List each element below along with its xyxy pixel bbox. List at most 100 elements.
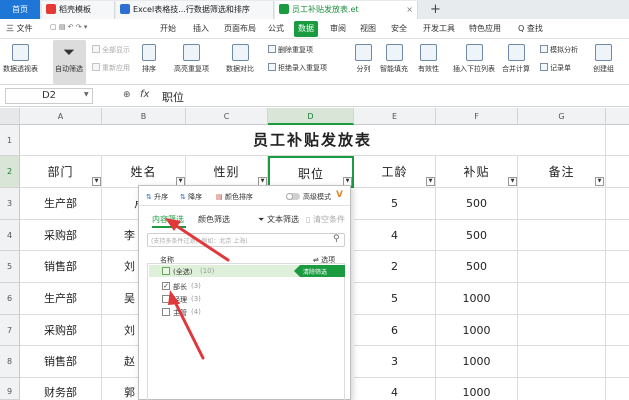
advanced-mode-toggle[interactable] bbox=[286, 193, 300, 200]
search-icon[interactable]: ⚲ bbox=[333, 234, 340, 244]
cell-dept[interactable]: 采购部 bbox=[20, 315, 102, 346]
row-header-7[interactable]: 7 bbox=[0, 315, 20, 346]
quick-access-icons[interactable]: ▢ ▤ ↶ ↷ ▾ bbox=[50, 23, 87, 31]
cell-dept[interactable]: 财务部 bbox=[20, 378, 102, 400]
cell-remark[interactable] bbox=[518, 220, 606, 251]
cell-remark[interactable] bbox=[518, 188, 606, 220]
text-filter-button[interactable]: ⏷ 文本筛选 bbox=[258, 214, 299, 225]
validity-button[interactable]: 有效性 bbox=[418, 44, 439, 74]
menu-review[interactable]: 审阅 bbox=[330, 19, 346, 39]
pivot-table-button[interactable]: 数据透视表 bbox=[3, 44, 38, 74]
col-header-h[interactable] bbox=[606, 108, 629, 125]
cell-remark[interactable] bbox=[518, 346, 606, 378]
cell-subsidy[interactable]: 1000 bbox=[436, 315, 518, 346]
cell-seniority[interactable]: 3 bbox=[354, 346, 436, 378]
sort-descending-button[interactable]: ⇅ 降序 bbox=[180, 192, 202, 202]
autofilter-button[interactable]: ⏷ 自动筛选 bbox=[55, 44, 83, 74]
filter-dropdown-seniority[interactable]: ▼ bbox=[426, 177, 435, 186]
item-checkbox[interactable]: ✓ bbox=[162, 282, 170, 290]
tab-excel-tips[interactable]: Excel表格技...行数据筛选和排序 bbox=[116, 1, 274, 19]
cell-remark[interactable] bbox=[518, 283, 606, 315]
reapply-button[interactable]: 重新应用 bbox=[92, 63, 130, 73]
row-header-1[interactable]: 1 bbox=[0, 125, 20, 156]
header-cell-seniority[interactable]: 工龄 bbox=[354, 156, 436, 188]
create-group-button[interactable]: 创建组 bbox=[593, 44, 614, 74]
cell-subsidy[interactable]: 500 bbox=[436, 188, 518, 220]
cell[interactable] bbox=[606, 346, 629, 378]
whatif-button[interactable]: 模拟分析 bbox=[540, 45, 578, 55]
cell-subsidy[interactable]: 1000 bbox=[436, 283, 518, 315]
cell[interactable] bbox=[606, 156, 629, 188]
cell-subsidy[interactable]: 500 bbox=[436, 220, 518, 251]
cell-subsidy[interactable]: 500 bbox=[436, 251, 518, 283]
cell-seniority[interactable]: 4 bbox=[354, 220, 436, 251]
row-header-3[interactable]: 3 bbox=[0, 188, 20, 220]
select-all-corner[interactable] bbox=[0, 108, 20, 125]
filter-dropdown-dept[interactable]: ▼ bbox=[92, 177, 101, 186]
name-box-dropdown-icon[interactable]: ▼ bbox=[84, 91, 89, 98]
smart-fill-button[interactable]: 智能填充 bbox=[380, 44, 408, 74]
row-header-9[interactable]: 9 bbox=[0, 378, 20, 400]
header-cell-position[interactable]: 职位 bbox=[268, 156, 354, 188]
col-header-g[interactable]: G bbox=[518, 108, 606, 125]
color-sort-button[interactable]: ▤ 颜色排序 bbox=[216, 192, 253, 202]
new-tab-button[interactable]: + bbox=[430, 0, 441, 19]
cell-seniority[interactable]: 2 bbox=[354, 251, 436, 283]
menu-special[interactable]: 特色应用 bbox=[469, 19, 501, 39]
header-cell-subsidy[interactable]: 补贴 bbox=[436, 156, 518, 188]
highlight-duplicates-button[interactable]: 高亮重复项 bbox=[174, 44, 209, 74]
formula-content[interactable]: 职位 bbox=[162, 89, 184, 105]
cell-dept[interactable]: 生产部 bbox=[20, 283, 102, 315]
split-column-button[interactable]: 分列 bbox=[355, 44, 372, 74]
cell-seniority[interactable]: 4 bbox=[354, 378, 436, 400]
sort-button[interactable]: 排序 bbox=[142, 44, 156, 74]
cell-seniority[interactable]: 5 bbox=[354, 188, 436, 220]
record-button[interactable]: 记录单 bbox=[540, 63, 571, 73]
col-header-a[interactable]: A bbox=[20, 108, 102, 125]
cell-subsidy[interactable]: 1000 bbox=[436, 378, 518, 400]
cell[interactable] bbox=[606, 220, 629, 251]
cell[interactable] bbox=[606, 315, 629, 346]
menu-view[interactable]: 视图 bbox=[360, 19, 376, 39]
item-checkbox[interactable] bbox=[162, 295, 170, 303]
row-header-6[interactable]: 6 bbox=[0, 283, 20, 315]
tab-color-filter[interactable]: 颜色筛选 bbox=[198, 214, 230, 225]
tab-docer-templates[interactable]: 稻壳模板 bbox=[42, 1, 115, 19]
header-cell-remark[interactable]: 备注 bbox=[518, 156, 606, 188]
cell-dept[interactable]: 生产部 bbox=[20, 188, 102, 220]
tab-content-filter[interactable]: 内容筛选 bbox=[152, 214, 184, 225]
menu-insert[interactable]: 插入 bbox=[193, 19, 209, 39]
menu-search[interactable]: Q 查找 bbox=[518, 19, 543, 39]
name-box[interactable]: D2 bbox=[5, 88, 93, 104]
tab-home[interactable]: 首页 bbox=[0, 0, 40, 19]
cell-remark[interactable] bbox=[518, 378, 606, 400]
menu-file[interactable]: 三 文件 bbox=[6, 19, 33, 39]
cell-dept[interactable]: 采购部 bbox=[20, 220, 102, 251]
row-header-8[interactable]: 8 bbox=[0, 346, 20, 378]
cell[interactable] bbox=[606, 378, 629, 400]
clear-conditions-button[interactable]: ▯ 清空条件 bbox=[306, 214, 345, 225]
item-checkbox[interactable] bbox=[162, 308, 170, 316]
delete-duplicates-button[interactable]: 删除重复项 bbox=[268, 45, 313, 55]
show-all-button[interactable]: 全部显示 bbox=[92, 45, 130, 55]
col-header-e[interactable]: E bbox=[354, 108, 436, 125]
menu-page-layout[interactable]: 页面布局 bbox=[224, 19, 256, 39]
tab-subsidy-sheet[interactable]: 员工补贴发放表.et × bbox=[275, 1, 418, 19]
cell[interactable] bbox=[606, 251, 629, 283]
cell-remark[interactable] bbox=[518, 251, 606, 283]
col-header-d[interactable]: D bbox=[268, 108, 354, 125]
header-cell-dept[interactable]: 部门 bbox=[20, 156, 102, 188]
cell-subsidy[interactable]: 1000 bbox=[436, 346, 518, 378]
zoom-icon[interactable]: ⊕ bbox=[123, 90, 131, 100]
row-header-4[interactable]: 4 bbox=[0, 220, 20, 251]
cell-seniority[interactable]: 5 bbox=[354, 283, 436, 315]
cell-remark[interactable] bbox=[518, 315, 606, 346]
merge-calc-button[interactable]: 合并计算 bbox=[502, 44, 530, 74]
cell-dept[interactable]: 销售部 bbox=[20, 346, 102, 378]
row-header-2[interactable]: 2 bbox=[0, 156, 20, 188]
row-header-5[interactable]: 5 bbox=[0, 251, 20, 283]
select-all-checkbox[interactable] bbox=[162, 267, 170, 275]
reject-duplicates-button[interactable]: 拒绝录入重复项 bbox=[268, 63, 327, 73]
menu-developer[interactable]: 开发工具 bbox=[423, 19, 455, 39]
col-header-f[interactable]: F bbox=[436, 108, 518, 125]
